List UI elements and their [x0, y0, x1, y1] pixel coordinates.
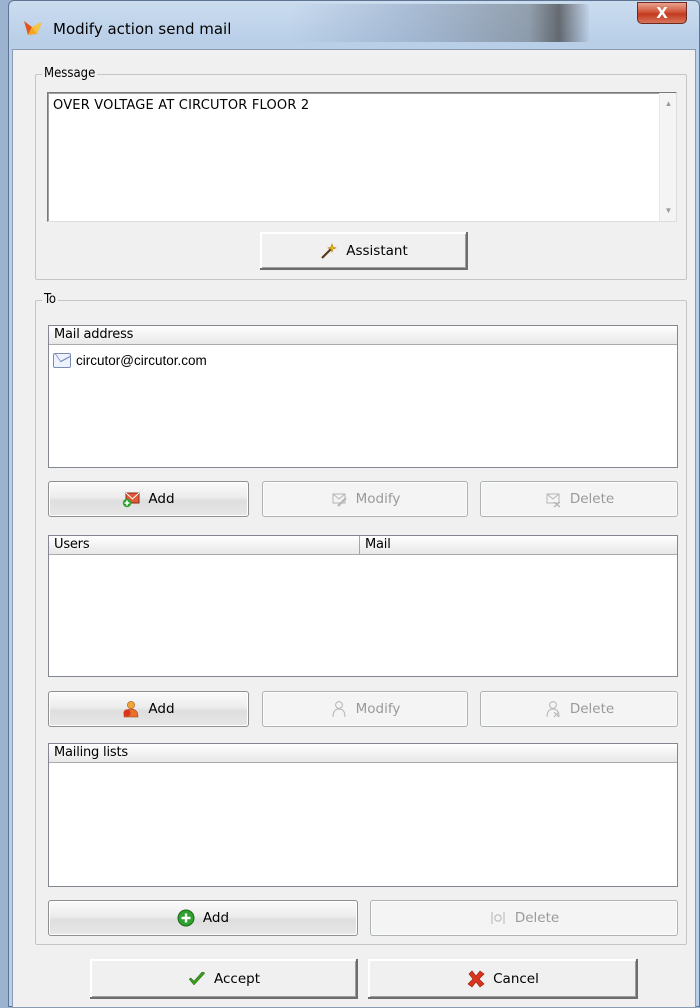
message-textarea[interactable]: OVER VOLTAGE AT CIRCUTOR FLOOR 2 ▲ ▼ [47, 92, 677, 222]
add-icon [177, 909, 195, 927]
users-list[interactable]: Users Mail [48, 535, 678, 677]
mail-address-value: circutor@circutor.com [76, 352, 207, 368]
add-user-icon [123, 701, 139, 718]
delete-user-icon [546, 701, 560, 718]
modify-mail-icon [332, 493, 347, 507]
message-group: Message OVER VOLTAGE AT CIRCUTOR FLOOR 2… [35, 66, 687, 280]
to-legend: To [42, 292, 59, 307]
cancel-x-icon [467, 970, 485, 988]
users-column[interactable]: Users [49, 536, 360, 554]
modify-user-button[interactable]: Modify [262, 691, 468, 727]
mail-address-list[interactable]: Mail address circutor@circutor.com [48, 325, 678, 468]
window-title: Modify action send mail [53, 20, 232, 38]
scroll-down-icon[interactable]: ▼ [660, 202, 677, 219]
delete-mailing-list-label: Delete [514, 910, 560, 926]
add-mail-icon [123, 492, 140, 508]
add-mailing-list-label: Add [202, 910, 230, 926]
add-mail-label: Add [148, 491, 175, 507]
delete-mailing-list-button[interactable]: Delete [370, 900, 678, 936]
add-mail-address-button[interactable]: Add [48, 481, 249, 517]
message-legend: Message [42, 66, 98, 81]
delete-list-icon [491, 912, 505, 924]
delete-mail-icon [546, 493, 561, 508]
to-group: To Mail address circutor@circutor.com Ad… [35, 292, 687, 945]
mail-address-header: Mail address [49, 326, 677, 345]
mailing-lists-column[interactable]: Mailing lists [49, 744, 677, 762]
dialog-client-area: Message OVER VOLTAGE AT CIRCUTOR FLOOR 2… [12, 49, 696, 1008]
delete-mail-label: Delete [569, 491, 615, 507]
mail-column[interactable]: Mail [360, 536, 679, 554]
accept-button[interactable]: Accept [90, 959, 358, 999]
cancel-label: Cancel [493, 971, 539, 987]
delete-mail-address-button[interactable]: Delete [480, 481, 678, 517]
add-user-button[interactable]: Add [48, 691, 249, 727]
delete-user-button[interactable]: Delete [480, 691, 678, 727]
magic-wand-icon [321, 243, 338, 259]
mailing-lists-list[interactable]: Mailing lists [48, 743, 678, 887]
message-text: OVER VOLTAGE AT CIRCUTOR FLOOR 2 [53, 98, 310, 113]
modify-user-label: Modify [355, 701, 401, 717]
envelope-icon [53, 352, 71, 368]
checkmark-icon [188, 971, 206, 986]
message-scrollbar[interactable]: ▲ ▼ [659, 93, 676, 221]
add-mailing-list-button[interactable]: Add [48, 900, 358, 936]
add-user-label: Add [148, 701, 175, 717]
list-item[interactable]: circutor@circutor.com [53, 351, 207, 369]
mailing-lists-header: Mailing lists [49, 744, 677, 763]
delete-user-label: Delete [569, 701, 615, 717]
close-button[interactable]: X [637, 2, 687, 24]
modify-mail-address-button[interactable]: Modify [262, 481, 468, 517]
title-bar-background [289, 4, 589, 42]
app-icon [24, 21, 42, 35]
scroll-up-icon[interactable]: ▲ [660, 95, 677, 112]
cancel-button[interactable]: Cancel [368, 959, 638, 999]
title-bar[interactable]: Modify action send mail X [9, 1, 699, 49]
assistant-button[interactable]: Assistant [260, 232, 468, 270]
mail-address-column[interactable]: Mail address [49, 326, 677, 344]
users-header: Users Mail [49, 536, 677, 555]
accept-label: Accept [213, 971, 260, 987]
assistant-label: Assistant [346, 243, 408, 259]
modify-mail-label: Modify [355, 491, 401, 507]
close-icon: X [656, 4, 668, 22]
modify-user-icon [332, 701, 346, 718]
dialog-window: Modify action send mail X Message OVER V… [8, 0, 700, 1008]
